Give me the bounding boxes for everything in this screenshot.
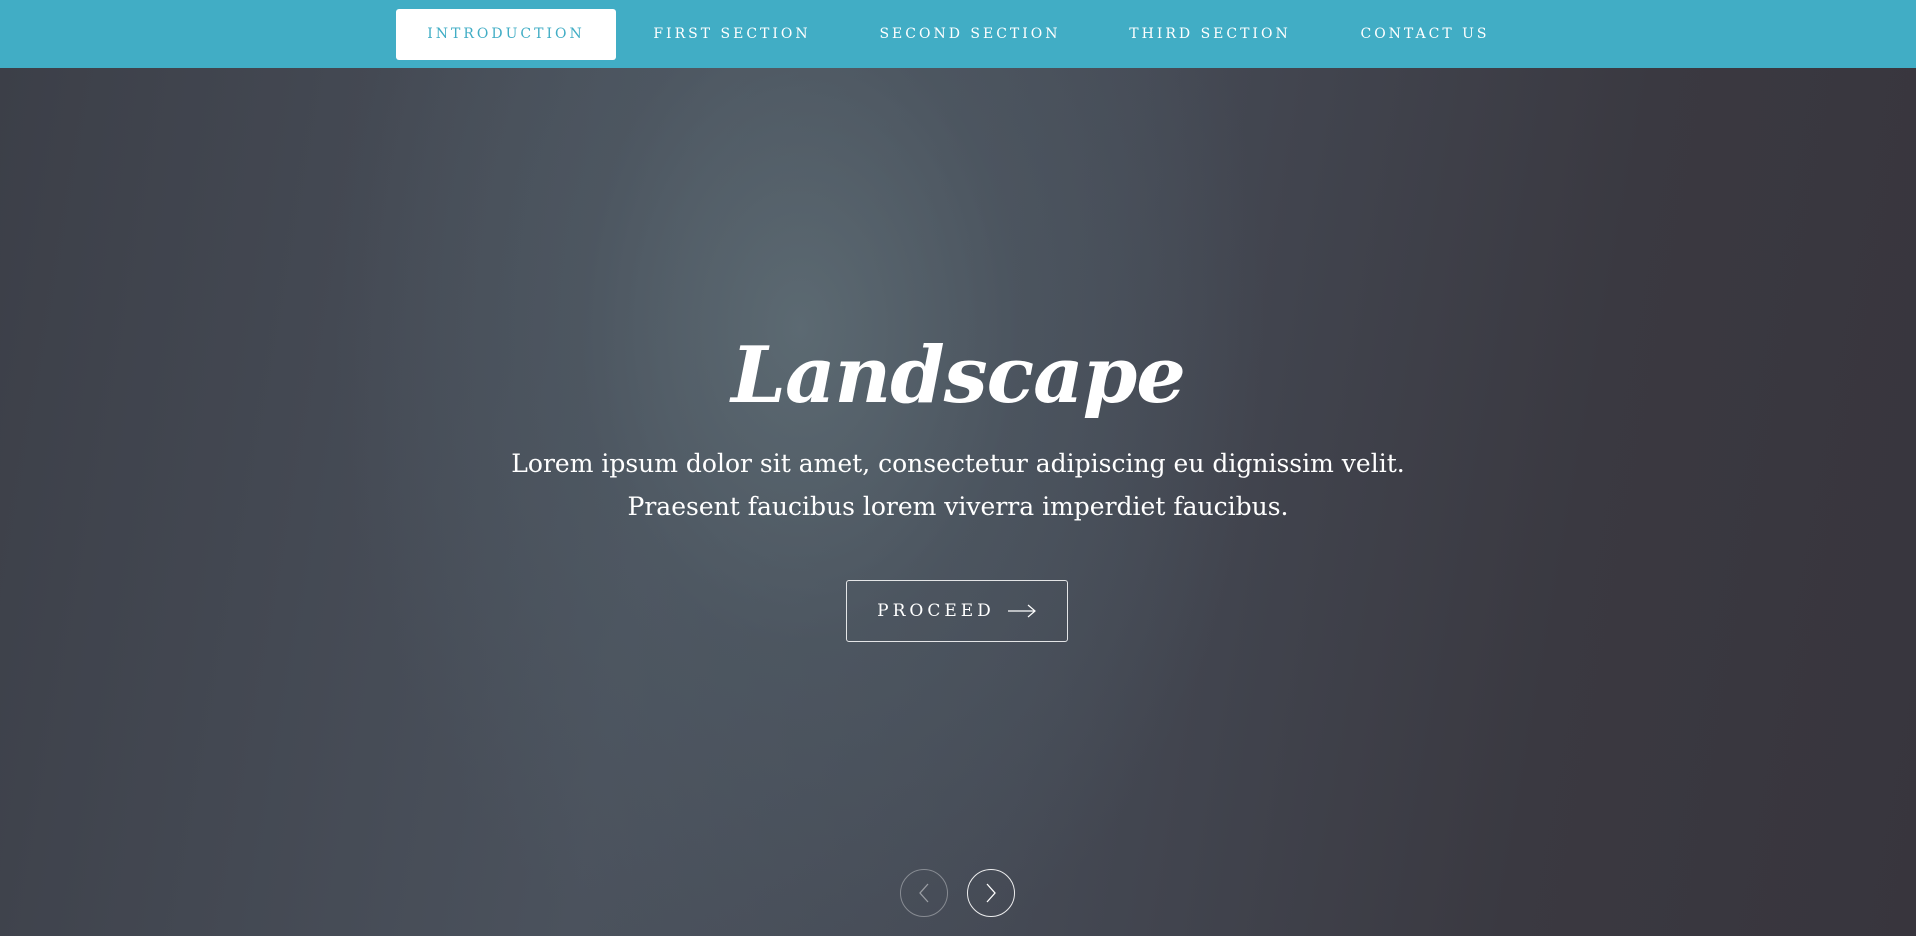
nav-item-contact-us[interactable]: CONTACT US bbox=[1340, 9, 1510, 60]
slider-prev-button[interactable] bbox=[900, 869, 948, 917]
hero-title: Landscape bbox=[731, 330, 1186, 421]
nav-item-third-section[interactable]: THIRD SECTION bbox=[1114, 9, 1306, 60]
nav-item-first-section[interactable]: FIRST SECTION bbox=[638, 9, 826, 60]
chevron-right-icon bbox=[986, 883, 996, 903]
hero-section: Landscape Lorem ipsum dolor sit amet, co… bbox=[0, 68, 1916, 936]
nav-item-second-section[interactable]: SECOND SECTION bbox=[860, 9, 1080, 60]
arrow-right-icon bbox=[1007, 604, 1036, 618]
top-navbar: INTRODUCTION FIRST SECTION SECOND SECTIO… bbox=[0, 0, 1916, 68]
nav-item-introduction[interactable]: INTRODUCTION bbox=[396, 9, 616, 60]
proceed-button[interactable]: PROCEED bbox=[846, 580, 1068, 642]
chevron-left-icon bbox=[919, 883, 929, 903]
proceed-button-label: PROCEED bbox=[877, 601, 995, 621]
slider-next-button[interactable] bbox=[967, 869, 1015, 917]
hero-description: Lorem ipsum dolor sit amet, consectetur … bbox=[511, 449, 1405, 521]
